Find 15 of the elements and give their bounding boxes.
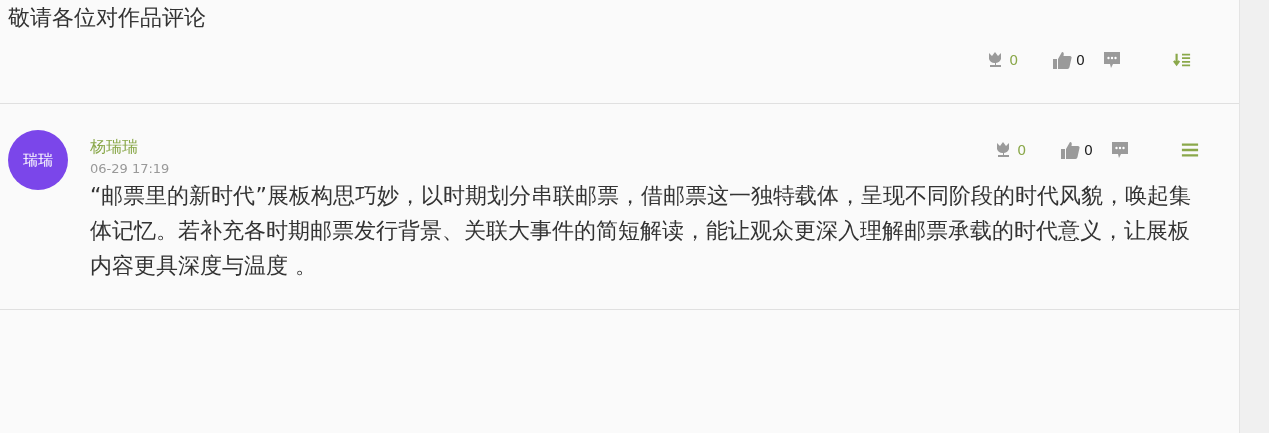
avatar: 瑞瑞 xyxy=(8,130,68,190)
comment-time: 06-29 17:19 xyxy=(90,160,170,178)
like-button[interactable]: 0 xyxy=(1060,140,1093,160)
thumbs-up-icon xyxy=(1060,140,1081,160)
comment-icon[interactable] xyxy=(1101,50,1123,70)
comment-text: “邮票里的新时代”展板构思巧妙，以时期划分串联邮票，借邮票这一独特载体，呈现不同阶段的时代风貌，唤起集体记忆。若补充各时期邮票发行背景、关联大事件的简短解读，能让观众更深入理解邮票承载的时代意义，让展板内容更具深度与温度 。 xyxy=(90,182,1192,280)
thumbs-up-icon xyxy=(1052,50,1073,70)
menu-icon[interactable] xyxy=(1181,140,1199,160)
flower-button[interactable]: 0 xyxy=(985,50,1019,70)
scrollbar-track[interactable] xyxy=(1240,0,1269,433)
like-button[interactable]: 0 xyxy=(1052,50,1085,70)
post-text: 敬请各位对作品评论 xyxy=(8,4,207,32)
user-name[interactable]: 杨瑞瑞 xyxy=(90,136,170,158)
flower-button[interactable]: 0 xyxy=(993,140,1027,160)
comment-icon[interactable] xyxy=(1109,140,1131,160)
